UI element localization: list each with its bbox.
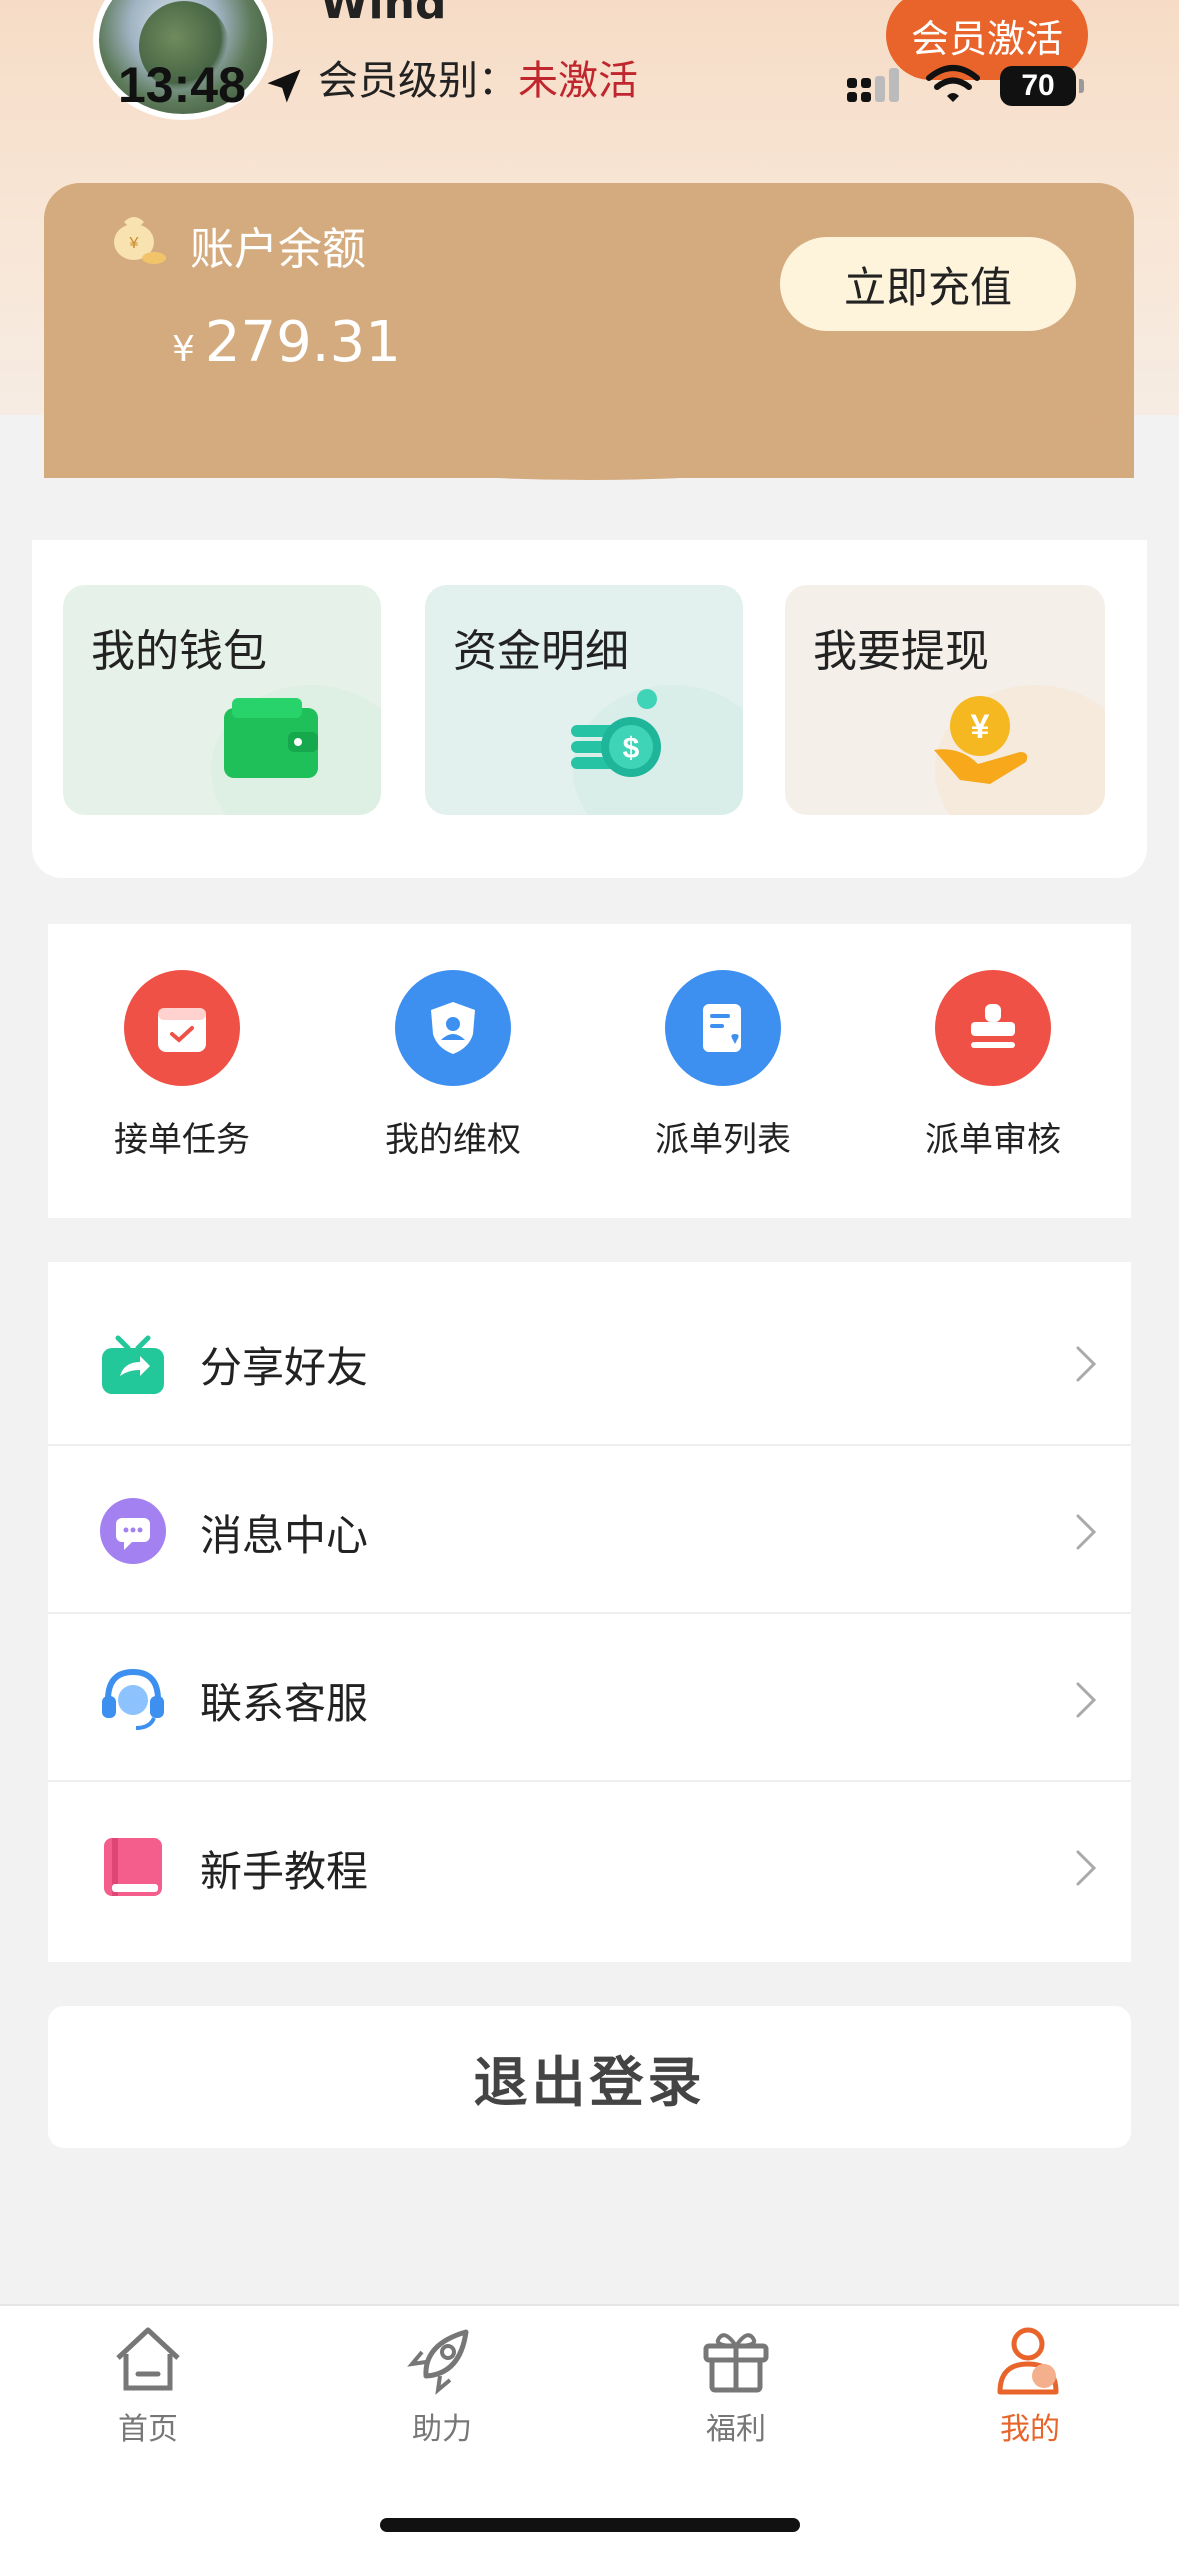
task-dispatch-list[interactable]: 派单列表 (623, 970, 823, 1161)
gift-icon (703, 2333, 769, 2393)
task-calendar-icon (124, 970, 240, 1086)
share-gift-icon (102, 1335, 164, 1394)
username: Wind (320, 0, 447, 29)
tab-mine[interactable]: 我的 (950, 2322, 1110, 2448)
headset-icon (102, 1668, 164, 1730)
user-icon (997, 2327, 1059, 2395)
balance-value: 279.31 (204, 310, 401, 375)
recharge-button[interactable]: 立即充值 (780, 237, 1076, 331)
tab-boost[interactable]: 助力 (362, 2322, 522, 2448)
member-level: 会员级别：未激活 (318, 48, 638, 106)
svg-text:¥: ¥ (129, 235, 139, 252)
tab-welfare[interactable]: 福利 (656, 2322, 816, 2448)
location-arrow-icon (267, 69, 301, 103)
wifi-icon (926, 65, 980, 102)
money-bag-icon: ¥ (114, 217, 166, 264)
stamp-icon (935, 970, 1051, 1086)
fund-details-label: 资金明细 (453, 626, 629, 677)
balance-card-curve (44, 410, 1134, 480)
task-label: 派单审核 (925, 1120, 1061, 1160)
member-level-label: 会员级别： (318, 58, 518, 104)
logout-button[interactable]: 退出登录 (48, 2006, 1131, 2148)
dispatch-list-icon (665, 970, 781, 1086)
member-level-status: 未激活 (518, 58, 638, 104)
svg-text:¥: ¥ (971, 708, 990, 746)
task-dispatch-review[interactable]: 派单审核 (893, 970, 1093, 1161)
cellular-signal-icon (847, 68, 899, 102)
message-icon (100, 1498, 166, 1564)
tab-label: 我的 (1000, 2412, 1060, 2447)
chevron-right-icon (1076, 1346, 1097, 1382)
tab-label: 首页 (118, 2412, 178, 2447)
coins-icon: $ (571, 689, 661, 777)
chevron-right-icon (1076, 1514, 1097, 1550)
menu-label: 联系客服 (200, 1679, 369, 1728)
status-time: 13:48 (118, 57, 246, 113)
yen-hand-icon: ¥ (934, 696, 1028, 784)
tab-label: 助力 (412, 2412, 472, 2447)
tab-label: 福利 (706, 2412, 766, 2447)
menu-label: 新手教程 (200, 1847, 369, 1896)
tab-home[interactable]: 首页 (68, 2322, 228, 2448)
menu-share-friends[interactable]: 分享好友 (48, 1278, 1131, 1446)
menu-label: 消息中心 (200, 1511, 369, 1560)
chevron-right-icon (1076, 1682, 1097, 1718)
task-label: 我的维权 (385, 1120, 521, 1160)
wallet-icon (224, 698, 318, 778)
menu-label: 分享好友 (200, 1343, 369, 1392)
currency-symbol: ¥ (172, 329, 195, 370)
shield-user-icon (395, 970, 511, 1086)
task-label: 接单任务 (114, 1120, 250, 1160)
task-label: 派单列表 (655, 1120, 791, 1160)
my-wallet-label: 我的钱包 (91, 626, 267, 677)
menu-beginner-tutorial[interactable]: 新手教程 (48, 1782, 1131, 1950)
balance-amount: ¥279.31 (172, 310, 401, 375)
menu-message-center[interactable]: 消息中心 (48, 1446, 1131, 1614)
task-accept-orders[interactable]: 接单任务 (82, 970, 282, 1161)
task-my-rights[interactable]: 我的维权 (353, 970, 553, 1161)
menu-contact-support[interactable]: 联系客服 (48, 1614, 1131, 1782)
svg-text:$: $ (623, 732, 640, 765)
home-icon (116, 2327, 180, 2391)
withdraw-label: 我要提现 (813, 626, 989, 677)
battery-indicator: 70 (1000, 66, 1084, 106)
chevron-right-icon (1076, 1850, 1097, 1886)
rocket-icon (407, 2329, 469, 2395)
balance-title: 账户余额 (190, 224, 366, 275)
book-icon (104, 1838, 162, 1896)
home-indicator (380, 2518, 800, 2532)
